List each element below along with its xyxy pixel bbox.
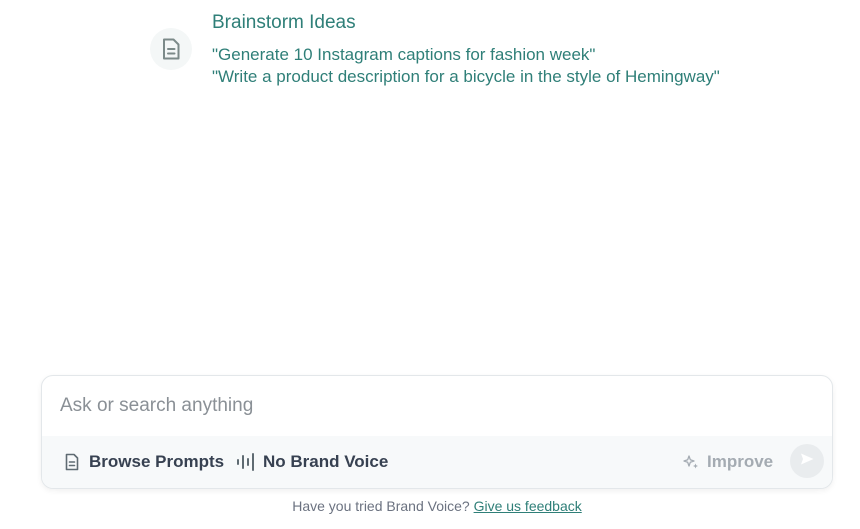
document-icon [150, 28, 192, 70]
document-icon [64, 453, 80, 471]
improve-label: Improve [707, 452, 774, 471]
footer-prompt-text: Have you tried Brand Voice? [292, 498, 470, 514]
send-button[interactable] [790, 444, 824, 478]
send-icon [799, 451, 815, 472]
page: Brainstorm Ideas "Generate 10 Instagram … [0, 0, 860, 529]
sparkle-icon [683, 454, 699, 470]
composer-toolbar: Browse Prompts No Brand Voice Improve [42, 436, 832, 488]
prompt-input[interactable] [42, 376, 832, 436]
feedback-link[interactable]: Give us feedback [474, 498, 582, 514]
browse-prompts-button[interactable]: Browse Prompts [64, 436, 224, 488]
example-line: "Generate 10 Instagram captions for fash… [212, 45, 596, 64]
example-prompt-card[interactable]: Brainstorm Ideas "Generate 10 Instagram … [150, 8, 830, 98]
prompt-composer: Browse Prompts No Brand Voice [41, 375, 833, 489]
example-title: Brainstorm Ideas [212, 12, 356, 33]
brand-voice-label: No Brand Voice [263, 452, 389, 471]
brand-voice-button[interactable]: No Brand Voice [236, 436, 388, 488]
browse-prompts-label: Browse Prompts [89, 452, 225, 471]
improve-button[interactable]: Improve [683, 436, 773, 488]
footer-note: Have you tried Brand Voice? Give us feed… [0, 498, 860, 514]
example-line: "Write a product description for a bicyc… [212, 67, 720, 86]
example-lines: "Generate 10 Instagram captions for fash… [212, 44, 720, 88]
sound-wave-icon [236, 453, 256, 471]
